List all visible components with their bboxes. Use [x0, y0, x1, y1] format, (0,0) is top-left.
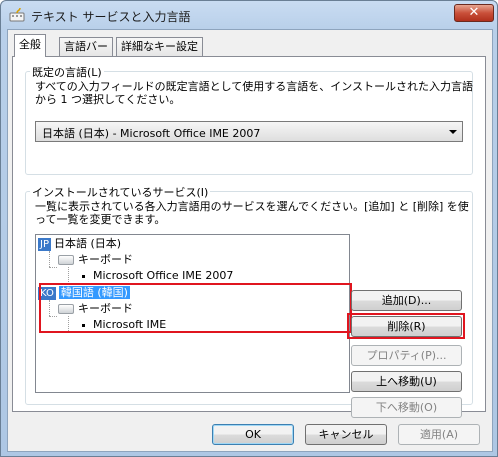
language-badge: JP [38, 238, 51, 251]
tab-label: 詳細なキー設定 [121, 40, 198, 53]
default-language-description: すべての入力フィールドの既定言語として使用する言語を、インストールされた入力言語 [35, 80, 474, 93]
highlight-box-remove [347, 313, 465, 339]
tree-connector [49, 251, 50, 267]
apply-button[interactable]: 適用(A) [398, 424, 480, 445]
tree-item-ms-office-ime[interactable]: Microsoft Office IME 2007 [82, 269, 233, 283]
close-icon: ✕ [468, 5, 480, 20]
tab-label: 言語バー [64, 40, 108, 53]
bullet-icon [82, 274, 85, 278]
client-area: 全般 言語バー 詳細なキー設定 既定の言語(L) すべての入力フィールドの既定言… [7, 29, 493, 452]
chevron-down-icon [449, 130, 457, 134]
default-language-select[interactable]: 日本語 (日本) - Microsoft Office IME 2007 [35, 121, 463, 142]
installed-services-description-2: って一覧を変更できます。 [35, 213, 166, 226]
dialog-window: テキスト サービスと入力言語 ✕ 全般 言語バー 詳細なキー設定 既定の言語(L… [0, 0, 498, 457]
tree-item-japanese[interactable]: JP 日本語 (日本) [38, 237, 121, 251]
tab-label: 全般 [19, 38, 41, 51]
tree-connector [68, 267, 69, 284]
move-up-button[interactable]: 上へ移動(U) [351, 371, 462, 392]
tree-item-japanese-keyboard[interactable]: キーボード [58, 253, 133, 267]
keyboard-icon [58, 255, 74, 265]
tab-panel-general: 既定の言語(L) すべての入力フィールドの既定言語として使用する言語を、インスト… [12, 56, 486, 418]
installed-services-label: インストールされているサービス(I) [30, 184, 211, 200]
close-button[interactable]: ✕ [454, 4, 494, 22]
tree-connector [49, 267, 57, 268]
tab-advanced-key-settings[interactable]: 詳細なキー設定 [116, 37, 203, 56]
window-title: テキスト サービスと入力言語 [31, 10, 191, 24]
tree-item-label: 日本語 (日本) [53, 237, 122, 250]
cancel-button[interactable]: キャンセル [305, 424, 387, 445]
tree-item-label: キーボード [78, 253, 133, 266]
default-language-description-2: から 1 つ選択してください。 [35, 93, 181, 106]
default-language-value: 日本語 (日本) - Microsoft Office IME 2007 [42, 127, 261, 140]
properties-button[interactable]: プロパティ(P)... [351, 345, 462, 366]
tab-language-bar[interactable]: 言語バー [59, 37, 113, 56]
tree-item-label: Microsoft Office IME 2007 [93, 269, 234, 282]
tab-general[interactable]: 全般 [14, 34, 46, 57]
installed-services-description: 一覧に表示されている各入力言語用のサービスを選んでください。[追加] と [削除… [35, 200, 469, 213]
keyboard-icon [9, 7, 25, 22]
default-language-label: 既定の言語(L) [30, 64, 104, 80]
ok-button[interactable]: OK [212, 424, 294, 445]
highlight-box-korean [39, 283, 352, 333]
move-down-button[interactable]: 下へ移動(O) [351, 397, 462, 418]
add-button[interactable]: 追加(D)... [351, 290, 462, 311]
title-bar[interactable]: テキスト サービスと入力言語 ✕ [1, 1, 497, 29]
